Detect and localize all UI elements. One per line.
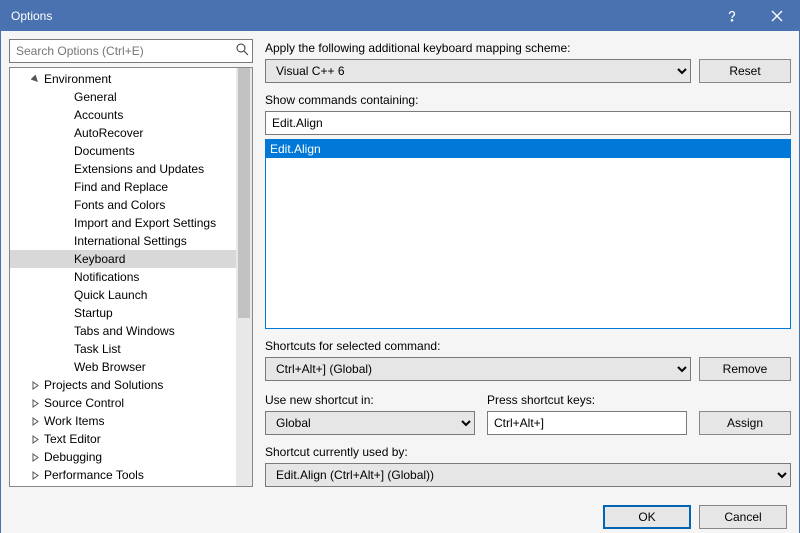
reset-button[interactable]: Reset (699, 59, 791, 83)
tree-node-environment[interactable]: Environment (10, 70, 236, 88)
tree-node-international-settings[interactable]: International Settings (10, 232, 236, 250)
tree-label: Web Browser (72, 360, 146, 374)
use-in-select[interactable]: Global (265, 411, 475, 435)
tree-node-autorecover[interactable]: AutoRecover (10, 124, 236, 142)
tree-label: Import and Export Settings (72, 216, 216, 230)
tree-label: Projects and Solutions (42, 378, 163, 392)
tree-arrow-icon (28, 435, 42, 444)
tree-node-accounts[interactable]: Accounts (10, 106, 236, 124)
tree-node-task-list[interactable]: Task List (10, 340, 236, 358)
tree-node-source-control[interactable]: Source Control (10, 394, 236, 412)
tree-node-tabs-and-windows[interactable]: Tabs and Windows (10, 322, 236, 340)
dialog-body: Environment General Accounts AutoRecover… (1, 31, 799, 533)
tree-label: Accounts (72, 108, 123, 122)
tree-label: General (72, 90, 117, 104)
tree-node-general[interactable]: General (10, 88, 236, 106)
close-button[interactable] (754, 1, 799, 31)
commands-listbox[interactable]: Edit.Align (265, 139, 791, 329)
tree-label: Notifications (72, 270, 139, 284)
ok-button[interactable]: OK (603, 505, 691, 529)
shortcuts-label: Shortcuts for selected command: (265, 339, 791, 353)
press-keys-input[interactable] (487, 411, 687, 435)
tree-label: Performance Tools (42, 468, 144, 482)
tree-node-import-and-export-settings[interactable]: Import and Export Settings (10, 214, 236, 232)
remove-button[interactable]: Remove (699, 357, 791, 381)
tree-scrollbar[interactable] (236, 68, 252, 486)
tree-label: Text Editor (42, 432, 101, 446)
help-icon (725, 9, 739, 23)
tree-node-keyboard[interactable]: Keyboard (10, 250, 236, 268)
dialog-title: Options (11, 9, 709, 23)
assign-button[interactable]: Assign (699, 411, 791, 435)
tree-node-debugging[interactable]: Debugging (10, 448, 236, 466)
tree-label: International Settings (72, 234, 187, 248)
shortcuts-select[interactable]: Ctrl+Alt+] (Global) (265, 357, 691, 381)
mapping-scheme-select[interactable]: Visual C++ 6 (265, 59, 691, 83)
tree-label: Startup (72, 306, 113, 320)
tree-label: Find and Replace (72, 180, 168, 194)
dialog-footer: OK Cancel (1, 495, 799, 533)
help-button[interactable] (709, 1, 754, 31)
tree-node-quick-launch[interactable]: Quick Launch (10, 286, 236, 304)
tree-node-notifications[interactable]: Notifications (10, 268, 236, 286)
tree-node-projects-and-solutions[interactable]: Projects and Solutions (10, 376, 236, 394)
used-by-label: Shortcut currently used by: (265, 445, 791, 459)
close-icon (771, 10, 783, 22)
tree-node-fonts-and-colors[interactable]: Fonts and Colors (10, 196, 236, 214)
tree-arrow-icon (28, 453, 42, 462)
tree-label: Debugging (42, 450, 102, 464)
tree-arrow-icon (28, 399, 42, 408)
search-wrap (9, 39, 253, 61)
tree-label: Environment (42, 72, 111, 86)
tree-label: Work Items (42, 414, 104, 428)
tree-label: Keyboard (72, 252, 125, 266)
options-dialog: Options Environment General Accounts Aut… (0, 0, 800, 533)
use-in-label: Use new shortcut in: (265, 393, 475, 407)
main-area: Environment General Accounts AutoRecover… (1, 31, 799, 495)
tree-arrow-icon (28, 75, 42, 84)
cancel-button[interactable]: Cancel (699, 505, 787, 529)
settings-pane: Apply the following additional keyboard … (265, 39, 791, 487)
search-input[interactable] (9, 39, 253, 63)
tree-arrow-icon (28, 471, 42, 480)
show-commands-input[interactable] (265, 111, 791, 135)
tree-node-work-items[interactable]: Work Items (10, 412, 236, 430)
nav-tree-container: Environment General Accounts AutoRecover… (9, 67, 253, 487)
tree-label: Documents (72, 144, 135, 158)
tree-label: Extensions and Updates (72, 162, 204, 176)
used-by-select[interactable]: Edit.Align (Ctrl+Alt+] (Global)) (265, 463, 791, 487)
tree-node-startup[interactable]: Startup (10, 304, 236, 322)
tree-label: AutoRecover (72, 126, 143, 140)
press-keys-label: Press shortcut keys: (487, 393, 687, 407)
tree-label: Source Control (42, 396, 124, 410)
tree-node-extensions-and-updates[interactable]: Extensions and Updates (10, 160, 236, 178)
nav-tree[interactable]: Environment General Accounts AutoRecover… (10, 68, 236, 486)
tree-label: Quick Launch (72, 288, 147, 302)
tree-node-performance-tools[interactable]: Performance Tools (10, 466, 236, 484)
tree-node-text-editor[interactable]: Text Editor (10, 430, 236, 448)
tree-node-documents[interactable]: Documents (10, 142, 236, 160)
tree-label: Task List (72, 342, 121, 356)
mapping-scheme-label: Apply the following additional keyboard … (265, 41, 791, 55)
list-item[interactable]: Edit.Align (266, 140, 790, 158)
search-icon (235, 42, 249, 59)
tree-label: Tabs and Windows (72, 324, 175, 338)
nav-panel: Environment General Accounts AutoRecover… (9, 39, 253, 487)
scrollbar-thumb[interactable] (238, 68, 250, 318)
title-bar: Options (1, 1, 799, 31)
tree-arrow-icon (28, 381, 42, 390)
tree-node-find-and-replace[interactable]: Find and Replace (10, 178, 236, 196)
tree-node-web-browser[interactable]: Web Browser (10, 358, 236, 376)
tree-label: Fonts and Colors (72, 198, 165, 212)
show-commands-label: Show commands containing: (265, 93, 791, 107)
tree-arrow-icon (28, 417, 42, 426)
